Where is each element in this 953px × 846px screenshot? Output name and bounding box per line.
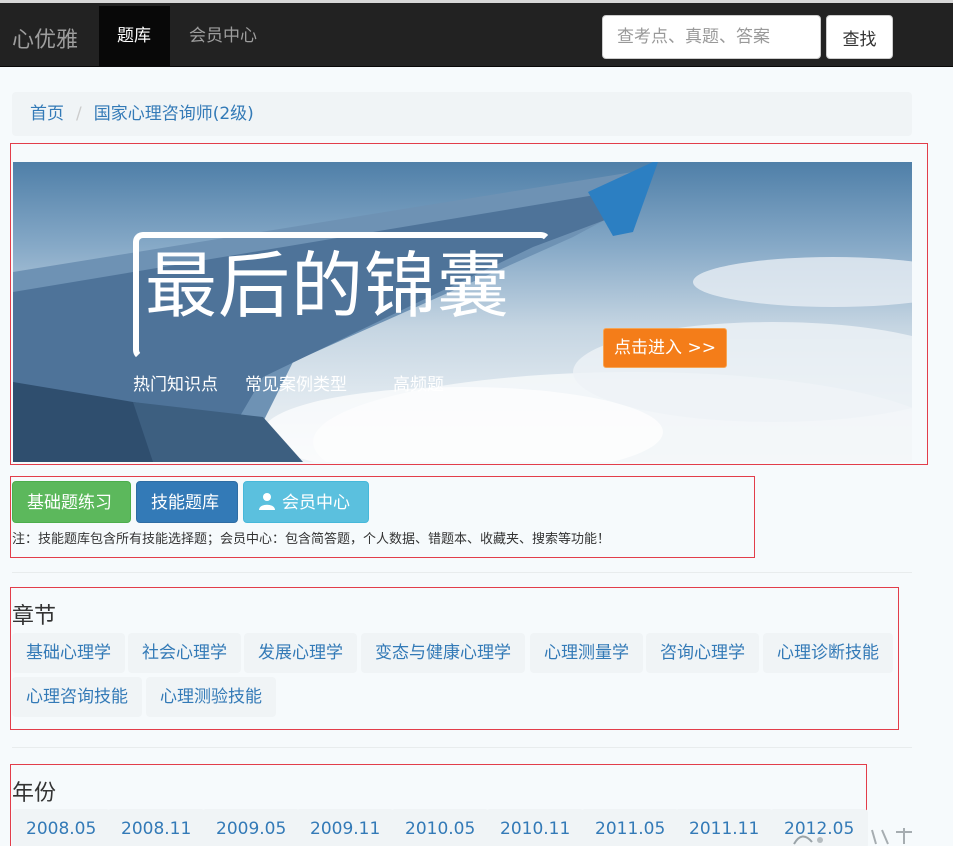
- brand-logo[interactable]: 心优雅: [12, 22, 78, 54]
- chapter-item[interactable]: 心理测量学: [530, 633, 643, 673]
- nav-tab-question-bank[interactable]: 题库: [99, 6, 170, 66]
- breadcrumb: 首页 / 国家心理咨询师(2级): [12, 92, 912, 136]
- chapter-item[interactable]: 咨询心理学: [646, 633, 759, 673]
- member-center-label: 会员中心: [282, 493, 350, 513]
- top-navbar: 心优雅 题库 会员中心 查找: [0, 0, 953, 67]
- divider: [12, 747, 912, 748]
- year-item[interactable]: 2009.11: [296, 809, 395, 846]
- chapters-heading: 章节: [12, 604, 57, 629]
- divider: [12, 572, 912, 573]
- feature-note: 注：技能题库包含所有技能选择题；会员中心：包含简答题，个人数据、错题本、收藏夹、…: [12, 532, 611, 547]
- chapter-item[interactable]: 社会心理学: [128, 633, 241, 673]
- chapter-item[interactable]: 心理测验技能: [146, 677, 276, 717]
- breadcrumb-home-link[interactable]: 首页: [30, 104, 64, 124]
- chapter-item[interactable]: 心理咨询技能: [12, 677, 142, 717]
- search-input[interactable]: [602, 15, 821, 59]
- chapter-item[interactable]: 基础心理学: [12, 633, 125, 673]
- banner-tag-frequent-questions: 高频题: [393, 375, 444, 395]
- banner-enter-button[interactable]: 点击进入 >>: [603, 328, 727, 368]
- year-item[interactable]: 2010.11: [486, 809, 585, 846]
- chapter-item[interactable]: 心理诊断技能: [763, 633, 893, 673]
- banner-tag-hot-topics: 热门知识点: [133, 375, 218, 395]
- year-item[interactable]: 2009.05: [202, 809, 301, 846]
- chapter-item[interactable]: 发展心理学: [244, 633, 357, 673]
- years-heading: 年份: [12, 781, 57, 806]
- year-item[interactable]: 2011.11: [675, 809, 774, 846]
- chapter-item[interactable]: 变态与健康心理学: [361, 633, 525, 673]
- year-item[interactable]: 2008.11: [107, 809, 206, 846]
- year-item[interactable]: 2010.05: [391, 809, 490, 846]
- member-center-button[interactable]: 会员中心: [243, 481, 369, 523]
- skill-question-bank-button[interactable]: 技能题库: [136, 481, 238, 523]
- banner-title: 最后的锦囊: [145, 244, 511, 328]
- breadcrumb-separator: /: [76, 104, 82, 124]
- promo-banner[interactable]: 最后的锦囊 热门知识点 常见案例类型 高频题 点击进入 >>: [13, 162, 912, 462]
- nav-tab-member-center[interactable]: 会员中心: [171, 6, 275, 66]
- watermark-logo: [793, 828, 912, 845]
- banner-tag-case-types: 常见案例类型: [245, 375, 347, 395]
- year-item[interactable]: 2008.05: [12, 809, 111, 846]
- user-icon: [259, 493, 275, 510]
- basic-practice-button[interactable]: 基础题练习: [12, 481, 131, 523]
- search-button[interactable]: 查找: [826, 15, 893, 59]
- breadcrumb-current-link[interactable]: 国家心理咨询师(2级): [94, 104, 254, 124]
- year-item[interactable]: 2011.05: [581, 809, 680, 846]
